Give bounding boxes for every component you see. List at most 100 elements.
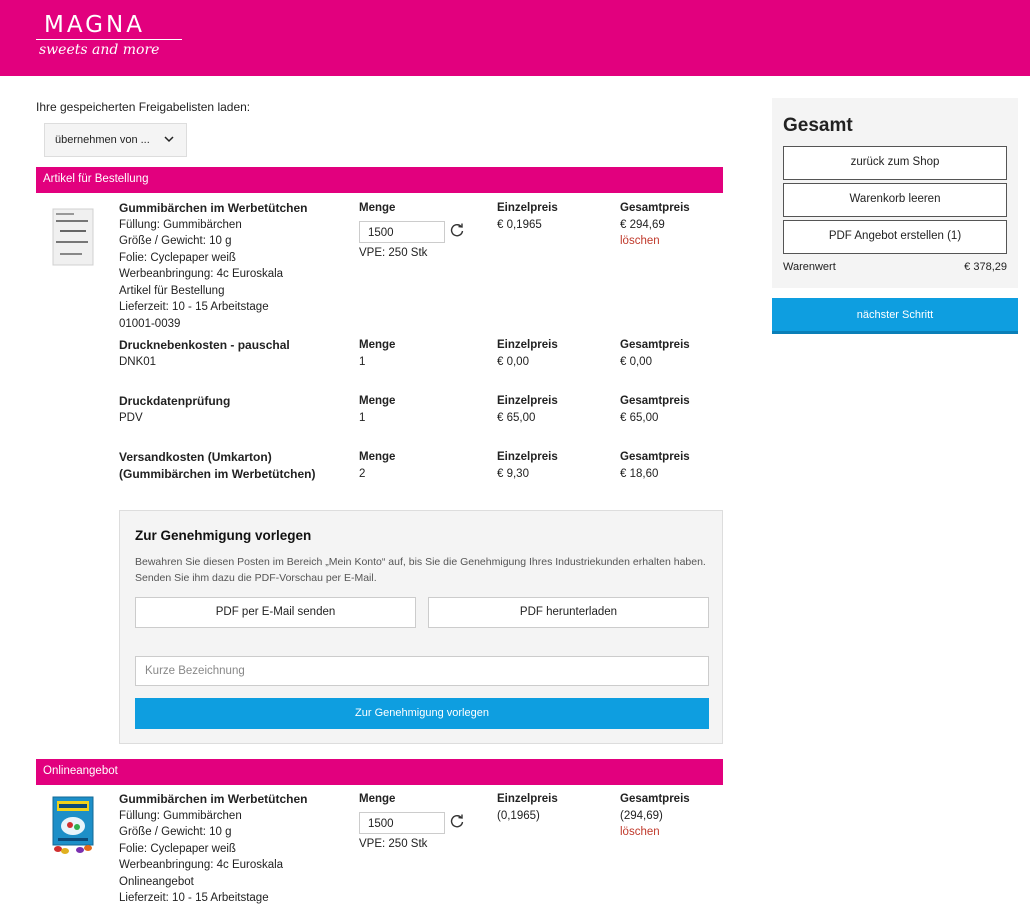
extra-row-qty-cell: Menge 2	[359, 449, 479, 482]
qty-header: Menge	[359, 793, 396, 805]
saved-lists-select-value: übernehmen von ...	[55, 134, 150, 146]
order-item-name: Gummibärchen im Werbetütchen	[119, 201, 308, 215]
pdf-download-button[interactable]: PDF herunterladen	[428, 597, 709, 628]
online-item-detail: Lieferzeit: 10 - 15 Arbeitstage	[119, 892, 269, 904]
order-item-detail: Folie: Cyclepaper weiß	[119, 251, 236, 264]
unit-price-header: Einzelpreis	[497, 339, 558, 351]
extra-row-total-price-cell: Gesamtpreis € 0,00	[620, 337, 720, 370]
qty-input[interactable]: 1500	[359, 811, 445, 834]
total-price-header: Gesamtpreis	[620, 395, 690, 407]
online-item-detail: Werbeanbringung: 4c Euroskala	[119, 859, 284, 871]
order-item-detail: Füllung: Gummibärchen	[119, 218, 242, 231]
extra-row-unit-price-cell: Einzelpreis € 0,00	[497, 337, 607, 370]
unit-price-header: Einzelpreis	[497, 395, 558, 407]
refresh-icon[interactable]	[449, 813, 465, 829]
order-item-detail: Werbeanbringung: 4c Euroskala	[119, 268, 284, 280]
pdf-email-button[interactable]: PDF per E-Mail senden	[135, 597, 416, 628]
extra-row-name: Druckdatenprüfung	[119, 394, 231, 408]
total-price-header: Gesamtpreis	[620, 793, 690, 805]
extra-row-description: Versandkosten (Umkarton)(Gummibärchen im…	[119, 449, 354, 482]
online-item-total-price-cell: Gesamtpreis (294,69) löschen	[620, 791, 720, 841]
product-image-blue-bag	[52, 796, 94, 854]
saved-lists-label: Ihre gespeicherten Freigabelisten laden:	[36, 100, 251, 114]
saved-lists-select[interactable]: übernehmen von ...	[44, 123, 187, 157]
order-item-description: Gummibärchen im Werbetütchen Füllung: Gu…	[119, 200, 354, 332]
extra-row-code: PDV	[119, 411, 143, 424]
submit-approval-button[interactable]: Zur Genehmigung vorlegen	[135, 698, 709, 729]
order-item-detail: Lieferzeit: 10 - 15 Arbeitstage	[119, 301, 269, 313]
cart-summary-panel: Gesamt zurück zum Shop Warenkorb leeren …	[772, 98, 1018, 288]
approval-title: Zur Genehmigung vorlegen	[135, 528, 312, 543]
online-item-unit-price-cell: Einzelpreis (0,1965)	[497, 791, 607, 824]
extra-row-unit-price-cell: Einzelpreis € 9,30	[497, 449, 607, 482]
unit-price-value: € 65,00	[497, 411, 536, 424]
unit-price-value: € 0,00	[497, 355, 529, 368]
extra-row-unit-price-cell: Einzelpreis € 65,00	[497, 393, 607, 426]
order-item-detail: 01001-0039	[119, 317, 181, 330]
order-item-detail: Artikel für Bestellung	[119, 284, 225, 297]
magna-logo[interactable]: MAGNA sweets and more	[36, 12, 186, 64]
unit-price-value: € 9,30	[497, 467, 529, 480]
goods-value-amount: € 378,29	[964, 261, 1007, 273]
online-item-qty-cell: Menge 1500 VPE: 250 Stk	[359, 791, 479, 852]
unit-price-value: (0,1965)	[497, 809, 540, 822]
order-section-header: Artikel für Bestellung	[36, 167, 723, 193]
approval-description: Bewahren Sie diesen Posten im Bereich „M…	[135, 556, 706, 584]
online-item-name: Gummibärchen im Werbetütchen	[119, 792, 308, 806]
summary-title: Gesamt	[783, 115, 853, 136]
qty-value: 1	[359, 411, 366, 424]
order-item-qty-cell: Menge 1500 VPE: 250 Stk	[359, 200, 479, 261]
vpe-text: VPE: 250 Stk	[359, 246, 428, 259]
extra-row-description: Druckdatenprüfung PDV	[119, 393, 354, 426]
unit-price-value: € 0,1965	[497, 218, 542, 231]
qty-value: 2	[359, 467, 366, 480]
unit-price-header: Einzelpreis	[497, 202, 558, 214]
total-price-header: Gesamtpreis	[620, 202, 690, 214]
extra-row-description: Drucknebenkosten - pauschal DNK01	[119, 337, 354, 370]
chevron-down-icon	[164, 136, 174, 143]
extra-row-total-price-cell: Gesamtpreis € 65,00	[620, 393, 720, 426]
extra-row-name: Versandkosten (Umkarton)(Gummibärchen im…	[119, 450, 316, 481]
logo-wordmark: MAGNA	[44, 12, 145, 38]
qty-header: Menge	[359, 395, 396, 407]
order-item-detail: Größe / Gewicht: 10 g	[119, 235, 232, 247]
create-pdf-offer-button[interactable]: PDF Angebot erstellen (1)	[783, 220, 1007, 254]
extra-row-code: DNK01	[119, 355, 157, 368]
total-price-value: € 294,69	[620, 218, 665, 231]
delete-link[interactable]: löschen	[620, 233, 720, 250]
total-price-value: € 65,00	[620, 411, 659, 424]
site-header: MAGNA sweets and more	[0, 0, 1030, 76]
qty-header: Menge	[359, 339, 396, 351]
next-step-button[interactable]: nächster Schritt	[772, 298, 1018, 334]
short-name-input[interactable]: Kurze Bezeichnung	[135, 656, 709, 686]
online-item-detail: Größe / Gewicht: 10 g	[119, 826, 232, 838]
qty-input[interactable]: 1500	[359, 220, 445, 243]
online-item-detail: Onlineangebot	[119, 875, 194, 888]
qty-value: 1	[359, 355, 366, 368]
qty-header: Menge	[359, 202, 396, 214]
logo-tagline: sweets and more	[39, 42, 160, 58]
extra-row-total-price-cell: Gesamtpreis € 18,60	[620, 449, 720, 482]
online-section-header: Onlineangebot	[36, 759, 723, 785]
total-price-header: Gesamtpreis	[620, 451, 690, 463]
extra-row-qty-cell: Menge 1	[359, 393, 479, 426]
approval-panel: Zur Genehmigung vorlegen Bewahren Sie di…	[119, 510, 723, 744]
total-price-value: € 0,00	[620, 355, 652, 368]
unit-price-header: Einzelpreis	[497, 451, 558, 463]
online-item-detail: Folie: Cyclepaper weiß	[119, 842, 236, 855]
qty-header: Menge	[359, 451, 396, 463]
online-item-description: Gummibärchen im Werbetütchen Füllung: Gu…	[119, 791, 354, 907]
total-price-header: Gesamtpreis	[620, 339, 690, 351]
vpe-text: VPE: 250 Stk	[359, 837, 428, 850]
logo-divider	[36, 39, 182, 40]
unit-price-header: Einzelpreis	[497, 793, 558, 805]
delete-link[interactable]: löschen	[620, 824, 720, 841]
order-item-total-price-cell: Gesamtpreis € 294,69 löschen	[620, 200, 720, 250]
back-to-shop-button[interactable]: zurück zum Shop	[783, 146, 1007, 180]
refresh-icon[interactable]	[449, 222, 465, 238]
clear-cart-button[interactable]: Warenkorb leeren	[783, 183, 1007, 217]
product-image-white-bag	[52, 208, 94, 266]
total-price-value: (294,69)	[620, 809, 663, 822]
order-item-unit-price-cell: Einzelpreis € 0,1965	[497, 200, 607, 233]
online-item-detail: Füllung: Gummibärchen	[119, 809, 242, 822]
